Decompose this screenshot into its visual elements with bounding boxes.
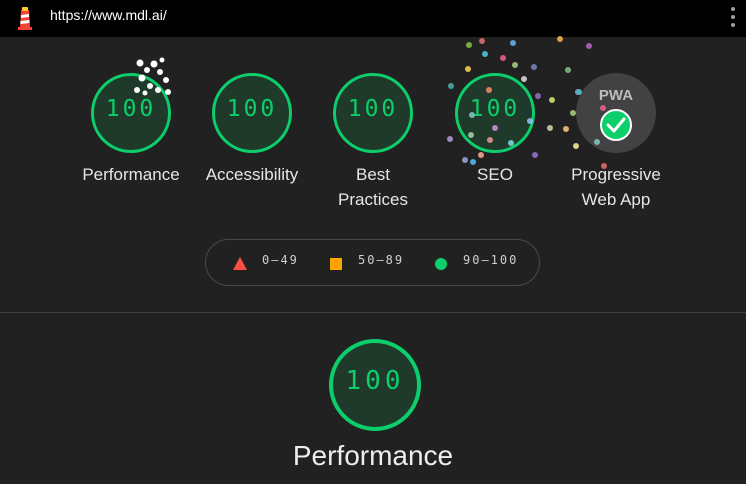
- section-title: Performance: [292, 440, 454, 471]
- score-legend: 0–49 50–89 90–100: [205, 239, 540, 286]
- legend-range-pass: 90–100: [463, 253, 519, 267]
- fail-triangle-icon: [233, 257, 247, 270]
- legend-range-fail: 0–49: [262, 253, 299, 267]
- performance-score-value: 100: [345, 366, 405, 396]
- confetti-decoration: [134, 36, 607, 169]
- performance-score-gauge: 100: [329, 339, 421, 431]
- legend-range-average: 50–89: [358, 253, 405, 267]
- section-divider: [0, 312, 746, 313]
- pass-circle-icon: [435, 258, 447, 270]
- average-square-icon: [330, 258, 342, 270]
